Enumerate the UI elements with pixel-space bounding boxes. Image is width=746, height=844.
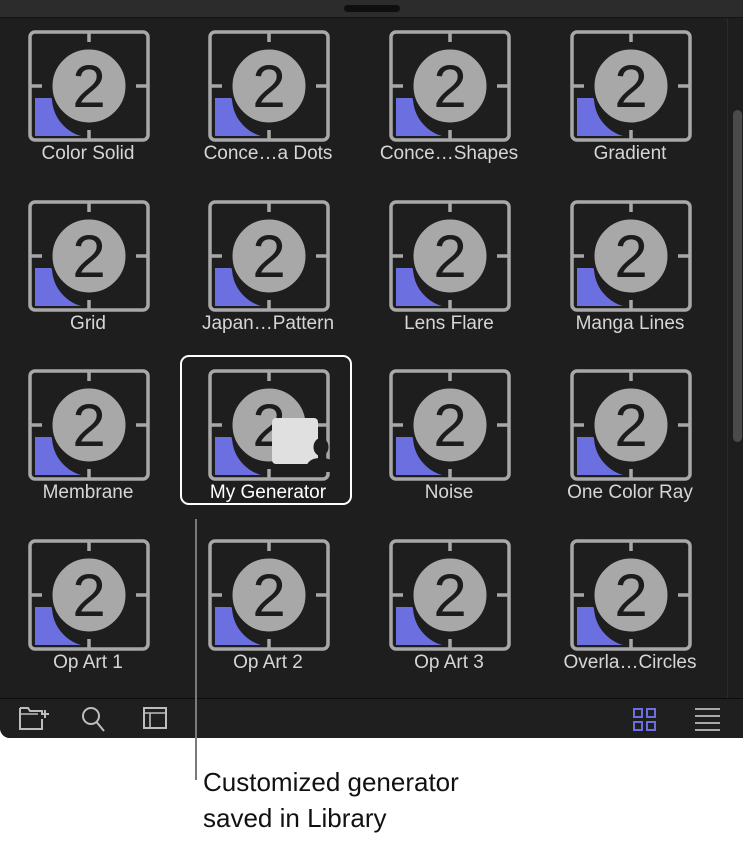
- svg-text:2: 2: [614, 223, 647, 290]
- generator-thumbnail-icon: 2: [28, 539, 150, 651]
- generator-item[interactable]: 2 Noise: [363, 357, 535, 507]
- generator-item[interactable]: 2 Conce…a Dots: [182, 18, 354, 168]
- callout-text: Customized generator saved in Library: [203, 764, 603, 836]
- generator-item-label: Color Solid: [41, 143, 135, 164]
- generator-thumbnail-icon: 2: [389, 369, 511, 481]
- browser-toolbar: [0, 698, 743, 738]
- generator-item-label: My Generator: [209, 482, 327, 503]
- resize-grip[interactable]: [344, 5, 400, 12]
- generator-thumbnail-icon: 2: [570, 30, 692, 142]
- svg-text:2: 2: [614, 53, 647, 120]
- scrollbar-thumb[interactable]: [733, 110, 742, 442]
- svg-text:2: 2: [614, 392, 647, 459]
- grid-view-button[interactable]: [631, 705, 661, 733]
- new-folder-icon: [19, 707, 49, 730]
- svg-text:2: 2: [614, 562, 647, 629]
- generator-item[interactable]: 2 Op Art 2: [182, 527, 354, 677]
- generator-grid: 2 Color Solid 2 Conce…a Dots 2 Conce…Shapes 2 G…: [0, 18, 727, 698]
- custom-generator-badge: [272, 418, 337, 472]
- grid-view-icon: [633, 708, 656, 731]
- generator-item-label: Lens Flare: [404, 313, 494, 334]
- generator-item-label: Op Art 3: [414, 652, 484, 673]
- generator-thumbnail-icon: 2: [208, 539, 330, 651]
- generator-item-label: Grid: [70, 313, 106, 334]
- list-view-icon: [695, 708, 720, 731]
- generator-item[interactable]: 2 Color Solid: [2, 18, 174, 168]
- generator-item[interactable]: 2 Manga Lines: [544, 188, 716, 338]
- svg-text:2: 2: [252, 53, 285, 120]
- list-view-button[interactable]: [692, 705, 722, 733]
- generator-item[interactable]: 2 Japan…Pattern: [182, 188, 354, 338]
- generator-item-label: Op Art 1: [53, 652, 123, 673]
- generator-item[interactable]: 2 One Color Ray: [544, 357, 716, 507]
- generator-item[interactable]: 2 Gradient: [544, 18, 716, 168]
- scrollbar-track[interactable]: [727, 18, 743, 698]
- generator-thumbnail-icon: 2: [570, 200, 692, 312]
- preview-toggle-button[interactable]: [142, 705, 172, 733]
- generator-thumbnail-icon: 2: [208, 200, 330, 312]
- generator-thumbnail-icon: 2: [389, 539, 511, 651]
- preview-toggle-icon: [143, 707, 167, 729]
- generator-item[interactable]: 2 Lens Flare: [363, 188, 535, 338]
- generator-item-label: Op Art 2: [233, 652, 303, 673]
- search-button[interactable]: [80, 705, 110, 733]
- generator-thumbnail-icon: 2: [389, 30, 511, 142]
- svg-text:2: 2: [433, 53, 466, 120]
- new-folder-button[interactable]: [18, 705, 49, 733]
- generator-item[interactable]: 2 My Generator: [180, 355, 352, 505]
- generator-thumbnail-icon: 2: [570, 539, 692, 651]
- generator-item[interactable]: 2 Conce…Shapes: [363, 18, 535, 168]
- generator-item-label: Conce…a Dots: [203, 143, 333, 164]
- generator-thumbnail-icon: 2: [28, 200, 150, 312]
- svg-text:2: 2: [433, 392, 466, 459]
- generator-item[interactable]: 2 Op Art 3: [363, 527, 535, 677]
- person-icon: [305, 438, 337, 472]
- generator-thumbnail-icon: 2: [28, 30, 150, 142]
- svg-text:2: 2: [72, 392, 105, 459]
- generator-item-label: Gradient: [593, 143, 667, 164]
- generator-item-label: Conce…Shapes: [379, 143, 519, 164]
- generator-item[interactable]: 2 Grid: [2, 188, 174, 338]
- svg-text:2: 2: [72, 53, 105, 120]
- library-browser-panel: 2 Color Solid 2 Conce…a Dots 2 Conce…Shapes 2 G…: [0, 0, 743, 738]
- generator-item-label: Membrane: [42, 482, 134, 503]
- callout-line-1: Customized generator: [203, 767, 459, 797]
- callout-leader-line: [195, 519, 197, 780]
- generator-item-label: One Color Ray: [567, 482, 693, 503]
- generator-item[interactable]: 2 Membrane: [2, 357, 174, 507]
- generator-thumbnail-icon: 2: [389, 200, 511, 312]
- callout-line-2: saved in Library: [203, 803, 387, 833]
- generator-item-label: Overla…Circles: [563, 652, 697, 673]
- generator-item-label: Manga Lines: [575, 313, 685, 334]
- generator-thumbnail-icon: 2: [208, 30, 330, 142]
- generator-thumbnail-icon: 2: [570, 369, 692, 481]
- svg-text:2: 2: [252, 223, 285, 290]
- search-icon: [82, 707, 105, 732]
- generator-item[interactable]: 2 Op Art 1: [2, 527, 174, 677]
- generator-item-label: Noise: [424, 482, 474, 503]
- svg-text:2: 2: [433, 223, 466, 290]
- svg-text:2: 2: [433, 562, 466, 629]
- svg-text:2: 2: [72, 562, 105, 629]
- svg-text:2: 2: [252, 562, 285, 629]
- generator-thumbnail-icon: 2: [28, 369, 150, 481]
- generator-item-label: Japan…Pattern: [201, 313, 335, 334]
- svg-text:2: 2: [72, 223, 105, 290]
- panel-resize-bar[interactable]: [0, 0, 743, 18]
- generator-item[interactable]: 2 Overla…Circles: [544, 527, 716, 677]
